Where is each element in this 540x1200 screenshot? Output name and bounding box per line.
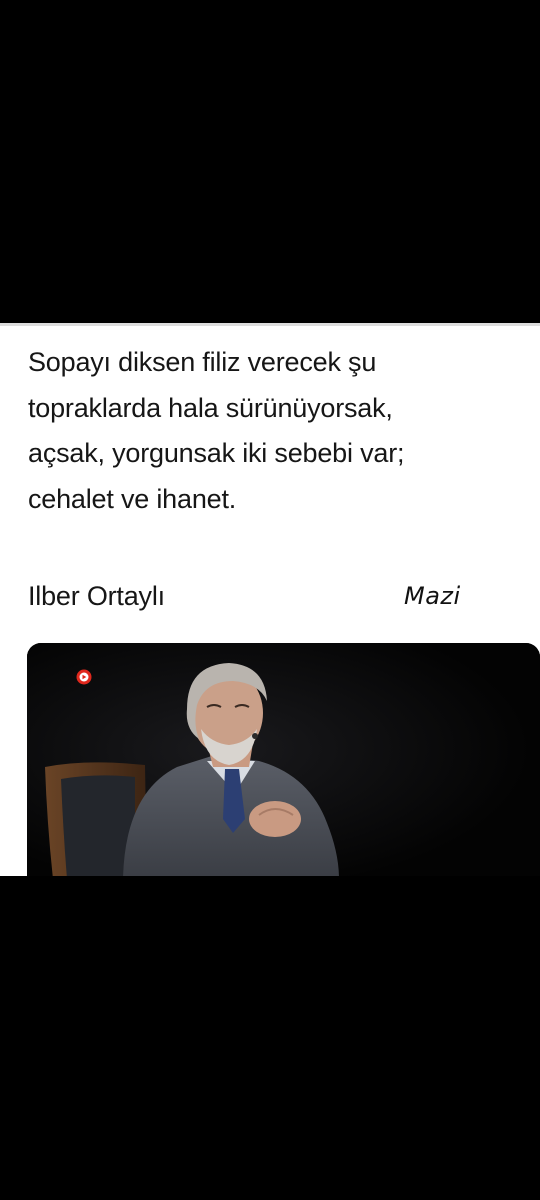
bottom-black-area (0, 876, 540, 1200)
quote-text: Sopayı diksen filiz verecek şu topraklar… (28, 340, 528, 522)
quote-line: cehalet ve ihanet. (28, 483, 237, 514)
post-photo[interactable] (27, 643, 540, 876)
quote-line: açsak, yorgunsak iki sebebi var; (28, 438, 405, 468)
quote-line: topraklarda hala sürünüyorsak, (28, 392, 393, 423)
top-black-area (0, 0, 540, 323)
quote-line: Sopayı diksen filiz verecek şu (28, 347, 377, 377)
post-card: Sopayı diksen filiz verecek şu topraklar… (0, 323, 540, 876)
watermark-signature: Mazi (404, 582, 461, 610)
author-name: Ilber Ortaylı (28, 581, 165, 611)
speaker-photo-illustration (27, 643, 540, 876)
record-play-icon (76, 669, 92, 685)
